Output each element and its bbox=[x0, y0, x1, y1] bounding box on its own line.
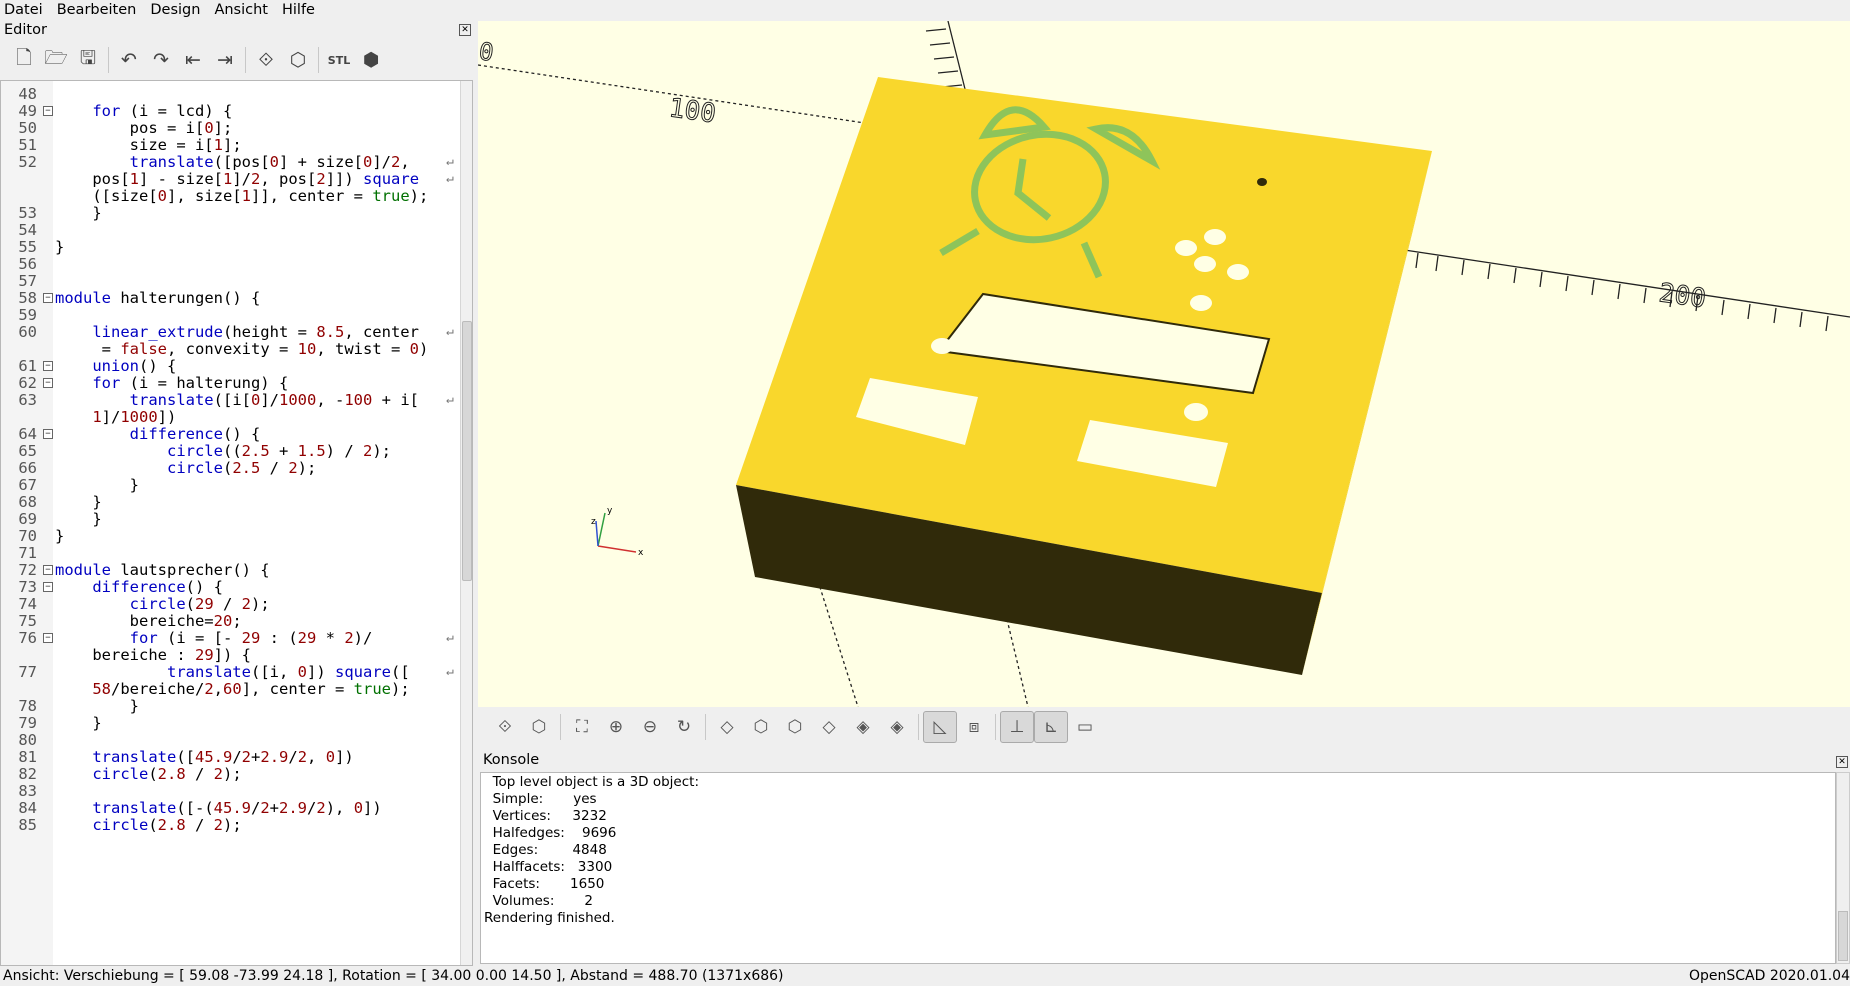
svg-text:z: z bbox=[591, 517, 596, 527]
menu-design[interactable]: Design bbox=[150, 0, 200, 21]
render-icon[interactable]: ⬡ bbox=[282, 45, 314, 75]
editor-scrollbar[interactable] bbox=[460, 81, 472, 965]
x-axis-positive bbox=[1377, 245, 1850, 318]
orientation-gizmo: x y z bbox=[591, 506, 644, 558]
button-hole bbox=[1175, 240, 1197, 256]
console-line: Vertices: 3232 bbox=[484, 808, 607, 824]
status-bar: Ansicht: Verschiebung = [ 59.08 -73.99 2… bbox=[0, 966, 1850, 986]
mount-hole bbox=[931, 338, 953, 354]
show-edges-icon[interactable]: ▭ bbox=[1068, 711, 1102, 743]
small-hole bbox=[1257, 178, 1267, 186]
editor-toolbar: 🗋 🗁 🖫 ↶ ↷ ⇤ ⇥ ⟐ ⬡ STL ⬢ bbox=[0, 42, 475, 78]
preview-icon[interactable]: ⟐ bbox=[488, 711, 522, 743]
view-status: Ansicht: Verschiebung = [ 59.08 -73.99 2… bbox=[3, 968, 784, 984]
export-stl-icon[interactable]: STL bbox=[323, 45, 355, 75]
view-back-icon[interactable]: ◈ bbox=[880, 711, 914, 743]
console-line: Halffacets: 3300 bbox=[484, 859, 613, 875]
button-hole bbox=[1227, 264, 1249, 280]
toolbar-divider bbox=[705, 714, 706, 740]
show-axes-icon[interactable]: ⊥ bbox=[1000, 711, 1034, 743]
button-hole bbox=[1204, 229, 1226, 245]
3d-scene: 100 200 0 x y z bbox=[478, 21, 1850, 707]
y-axis-negative bbox=[817, 580, 859, 707]
svg-text:y: y bbox=[607, 506, 613, 516]
zoom-all-icon[interactable]: ⛶ bbox=[565, 711, 599, 743]
toolbar-divider bbox=[245, 47, 246, 73]
fold-toggle-icon[interactable]: − bbox=[43, 293, 53, 303]
console-scrollbar-thumb[interactable] bbox=[1838, 911, 1848, 961]
view-left-icon[interactable]: ◇ bbox=[812, 711, 846, 743]
speaker-hole bbox=[1184, 403, 1208, 421]
new-file-icon[interactable]: 🗋 bbox=[8, 45, 40, 75]
preview-icon[interactable]: ⟐ bbox=[250, 45, 282, 75]
redo-icon[interactable]: ↷ bbox=[145, 45, 177, 75]
console-line: Volumes: 2 bbox=[484, 893, 594, 909]
view-top-icon[interactable]: ⬡ bbox=[744, 711, 778, 743]
fold-toggle-icon[interactable]: − bbox=[43, 633, 53, 643]
line-number: 85 bbox=[18, 816, 37, 834]
reset-view-icon[interactable]: ↻ bbox=[667, 711, 701, 743]
view-toolbar: ⟐ ⬡ ⛶ ⊕ ⊖ ↻ ◇ ⬡ ⬡ ◇ ◈ ◈ ◺ ⧈ ⊥ ⊾ ▭ bbox=[480, 708, 1850, 746]
menu-hilfe[interactable]: Hilfe bbox=[282, 0, 315, 21]
indent-icon[interactable]: ⇥ bbox=[209, 45, 241, 75]
fold-toggle-icon[interactable]: − bbox=[43, 378, 53, 388]
console-line: Facets: 1650 bbox=[484, 876, 605, 892]
openscad-window: Datei Bearbeiten Design Ansicht Hilfe Ed… bbox=[0, 0, 1850, 986]
menu-bearbeiten[interactable]: Bearbeiten bbox=[57, 0, 137, 21]
console-line: Top level object is a 3D object: bbox=[484, 774, 700, 790]
undo-icon[interactable]: ↶ bbox=[113, 45, 145, 75]
menu-datei[interactable]: Datei bbox=[4, 0, 43, 21]
fold-toggle-icon[interactable]: − bbox=[43, 106, 53, 116]
code-text: circle(2.8 / 2); bbox=[92, 816, 242, 834]
save-icon[interactable]: 🖫 bbox=[72, 45, 104, 75]
code-editor[interactable]: 48 49− for (i = lcd) {50 pos = i[0]; 51 si… bbox=[0, 80, 473, 966]
view-right-icon[interactable]: ◇ bbox=[710, 711, 744, 743]
toolbar-divider bbox=[108, 47, 109, 73]
render-icon[interactable]: ⬡ bbox=[522, 711, 556, 743]
zoom-out-icon[interactable]: ⊖ bbox=[633, 711, 667, 743]
axis-label-100: 100 bbox=[667, 93, 718, 129]
console-line: Rendering finished. bbox=[484, 910, 615, 926]
toolbar-divider bbox=[560, 714, 561, 740]
console-close-icon[interactable]: ✕ bbox=[1836, 756, 1848, 768]
unindent-icon[interactable]: ⇤ bbox=[177, 45, 209, 75]
menu-ansicht[interactable]: Ansicht bbox=[214, 0, 268, 21]
send-to-3d-print-icon[interactable]: ⬢ bbox=[355, 45, 387, 75]
axis-label-0: 0 bbox=[478, 37, 495, 67]
console-line: Simple: yes bbox=[484, 791, 597, 807]
toolbar-divider bbox=[995, 714, 996, 740]
console-output[interactable]: Top level object is a 3D object: Simple:… bbox=[480, 772, 1836, 964]
fold-toggle-icon[interactable]: − bbox=[43, 429, 53, 439]
console-title: Konsole bbox=[483, 752, 540, 768]
button-hole bbox=[1190, 295, 1212, 311]
fold-toggle-icon[interactable]: − bbox=[43, 582, 53, 592]
view-front-icon[interactable]: ◈ bbox=[846, 711, 880, 743]
fold-toggle-icon[interactable]: − bbox=[43, 361, 53, 371]
show-scale-markers-icon[interactable]: ⊾ bbox=[1034, 711, 1068, 743]
code-line: 85 circle(2.8 / 2); bbox=[1, 815, 461, 835]
console-line: Halfedges: 9696 bbox=[484, 825, 617, 841]
menubar: Datei Bearbeiten Design Ansicht Hilfe bbox=[0, 0, 1850, 21]
zoom-in-icon[interactable]: ⊕ bbox=[599, 711, 633, 743]
axis-label-200: 200 bbox=[1657, 278, 1708, 314]
open-file-icon[interactable]: 🗁 bbox=[40, 45, 72, 75]
button-hole bbox=[1194, 256, 1216, 272]
editor-title: Editor bbox=[4, 22, 47, 38]
console-line: Edges: 4848 bbox=[484, 842, 607, 858]
perspective-icon[interactable]: ◺ bbox=[923, 711, 957, 743]
version-label: OpenSCAD 2020.01.04 bbox=[1688, 968, 1850, 984]
toolbar-divider bbox=[918, 714, 919, 740]
toolbar-divider bbox=[318, 47, 319, 73]
console-scrollbar[interactable] bbox=[1836, 772, 1850, 964]
3d-viewport[interactable]: 100 200 0 x y z bbox=[478, 21, 1850, 707]
fold-toggle-icon[interactable]: − bbox=[43, 565, 53, 575]
editor-scrollbar-thumb[interactable] bbox=[462, 321, 472, 581]
view-bottom-icon[interactable]: ⬡ bbox=[778, 711, 812, 743]
orthogonal-icon[interactable]: ⧈ bbox=[957, 711, 991, 743]
svg-text:x: x bbox=[638, 548, 644, 558]
editor-close-icon[interactable]: ✕ bbox=[459, 24, 471, 36]
